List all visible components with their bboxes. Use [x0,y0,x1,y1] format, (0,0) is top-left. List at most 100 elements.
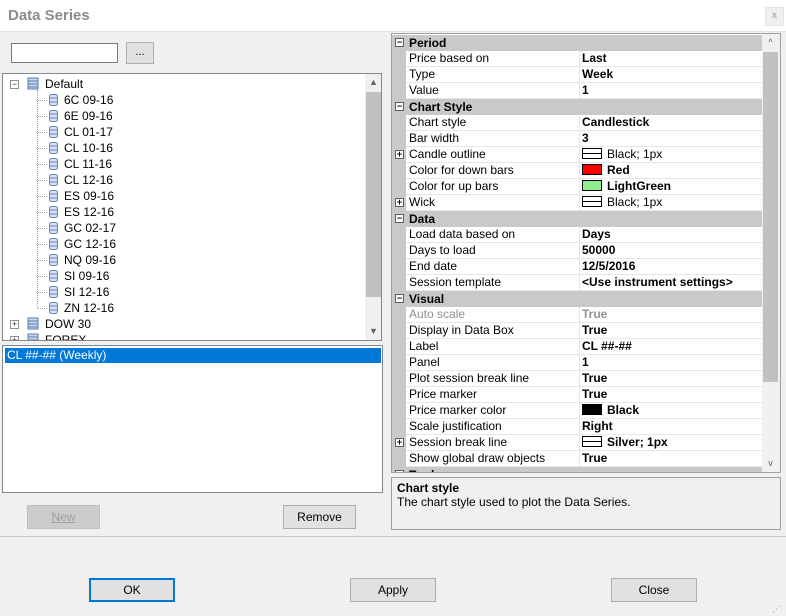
property-row[interactable]: Price based on Last [392,51,763,67]
property-row[interactable]: Label CL ##-## [392,339,763,355]
property-row[interactable]: Color for up bars LightGreen [392,179,763,195]
property-row[interactable]: + Wick Black; 1px [392,195,763,211]
property-name: Session break line [409,435,508,449]
property-name: Value [409,83,439,97]
property-value-text: Silver; 1px [607,435,668,449]
window-close-button[interactable]: x [765,7,784,26]
expand-icon[interactable]: + [395,150,404,159]
property-row[interactable]: Show global draw objects True [392,451,763,467]
collapse-icon[interactable]: − [395,102,404,111]
property-value[interactable]: True [579,387,763,403]
category-trades[interactable]: − Trades [392,467,763,472]
property-row[interactable]: Panel 1 [392,355,763,371]
property-value[interactable]: 12/5/2016 [579,259,763,275]
property-row[interactable]: Display in Data Box True [392,323,763,339]
tree-group[interactable]: + FOREX [3,332,363,340]
tree-item-instrument[interactable]: NQ 09-16 [3,252,363,268]
category-visual[interactable]: − Visual [392,291,763,307]
property-row[interactable]: Bar width 3 [392,131,763,147]
property-value[interactable]: 1 [579,355,763,371]
property-row[interactable]: Session template <Use instrument settings… [392,275,763,291]
tree-item-instrument[interactable]: CL 01-17 [3,124,363,140]
row-gutter [392,243,406,259]
property-value[interactable]: Red [579,163,763,179]
tree-root-default[interactable]: − Default [3,76,363,92]
property-value[interactable]: Black; 1px [579,195,763,211]
property-value[interactable]: True [579,307,763,323]
property-value[interactable]: Last [579,51,763,67]
expand-icon[interactable]: + [10,320,19,329]
property-value[interactable]: LightGreen [579,179,763,195]
expand-icon[interactable]: + [10,336,19,340]
new-button[interactable]: New [27,505,100,529]
property-row[interactable]: + Candle outline Black; 1px [392,147,763,163]
property-value[interactable]: CL ##-## [579,339,763,355]
property-value[interactable]: 50000 [579,243,763,259]
tree-item-instrument[interactable]: ZN 12-16 [3,300,363,316]
collapse-icon[interactable]: − [395,294,404,303]
property-value[interactable]: True [579,451,763,467]
property-value[interactable]: Black; 1px [579,147,763,163]
tree-item-instrument[interactable]: 6E 09-16 [3,108,363,124]
tree-item-instrument[interactable]: GC 02-17 [3,220,363,236]
instrument-search-input[interactable] [11,43,118,63]
tree-item-instrument[interactable]: ES 09-16 [3,188,363,204]
property-row[interactable]: Color for down bars Red [392,163,763,179]
property-value[interactable]: <Use instrument settings> [579,275,763,291]
property-value[interactable]: True [579,371,763,387]
remove-button[interactable]: Remove [283,505,356,529]
category-data[interactable]: − Data [392,211,763,227]
collapse-icon[interactable]: − [395,38,404,47]
apply-button[interactable]: Apply [350,578,436,602]
property-row[interactable]: Load data based on Days [392,227,763,243]
property-value[interactable]: Days [579,227,763,243]
tree-item-instrument[interactable]: GC 12-16 [3,236,363,252]
data-series-item[interactable]: CL ##-## (Weekly) [5,348,381,363]
property-value[interactable]: Black [579,403,763,419]
collapse-icon[interactable]: − [10,80,19,89]
tree-item-instrument[interactable]: CL 11-16 [3,156,363,172]
property-row[interactable]: Type Week [392,67,763,83]
property-row[interactable]: + Session break line Silver; 1px [392,435,763,451]
property-row[interactable]: Auto scale True [392,307,763,323]
property-row[interactable]: Chart style Candlestick [392,115,763,131]
tree-item-instrument[interactable]: CL 10-16 [3,140,363,156]
category-chart-style[interactable]: − Chart Style [392,99,763,115]
ok-button[interactable]: OK [89,578,175,602]
property-row[interactable]: Price marker color Black [392,403,763,419]
collapse-icon[interactable]: − [395,214,404,223]
property-value[interactable]: True [579,323,763,339]
tree-scroll-down-icon[interactable]: ▼ [365,323,381,340]
tree-item-instrument[interactable]: ES 12-16 [3,204,363,220]
tree-scroll-thumb[interactable] [366,92,381,297]
property-value[interactable]: Candlestick [579,115,763,131]
row-gutter [392,371,406,387]
tree-item-instrument[interactable]: 6C 09-16 [3,92,363,108]
tree-item-instrument[interactable]: SI 09-16 [3,268,363,284]
tree-scroll-up-icon[interactable]: ▲ [365,74,381,91]
grid-scroll-down-icon[interactable]: v [762,455,779,472]
tree-item-instrument[interactable]: CL 12-16 [3,172,363,188]
expand-icon[interactable]: + [395,198,404,207]
property-value[interactable]: Silver; 1px [579,435,763,451]
tree-item-instrument[interactable]: SI 12-16 [3,284,363,300]
property-row[interactable]: End date 12/5/2016 [392,259,763,275]
collapse-icon[interactable]: − [395,470,404,472]
browse-button[interactable]: ... [126,42,154,64]
property-grid-scroll-thumb[interactable] [763,52,778,382]
category-period[interactable]: − Period [392,35,763,51]
tree-group[interactable]: + DOW 30 [3,316,363,332]
property-value[interactable]: 1 [579,83,763,99]
grid-scroll-up-icon[interactable]: ^ [762,34,779,51]
property-row[interactable]: Plot session break line True [392,371,763,387]
resize-grip-icon[interactable]: ⋰ [772,604,781,615]
property-row[interactable]: Days to load 50000 [392,243,763,259]
property-value[interactable]: Right [579,419,763,435]
expand-icon[interactable]: + [395,438,404,447]
property-value[interactable]: Week [579,67,763,83]
property-value[interactable]: 3 [579,131,763,147]
close-button[interactable]: Close [611,578,697,602]
property-row[interactable]: Value 1 [392,83,763,99]
property-row[interactable]: Scale justification Right [392,419,763,435]
property-row[interactable]: Price marker True [392,387,763,403]
